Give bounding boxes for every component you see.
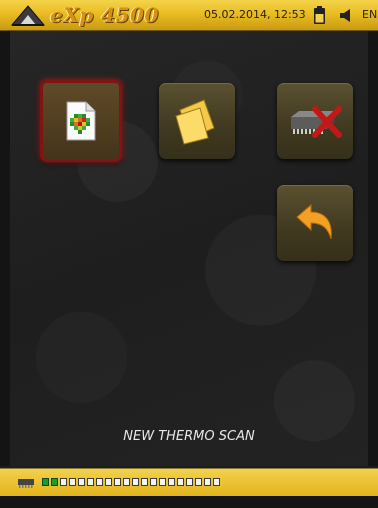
memory-cell-free xyxy=(78,478,85,486)
left-frame xyxy=(0,31,10,466)
memory-cell-free xyxy=(123,478,130,486)
delete-memory-icon xyxy=(291,106,342,138)
memory-cell-free xyxy=(114,478,121,486)
memory-cell-free xyxy=(69,478,76,486)
date-time: 05.02.2014, 12:53 xyxy=(204,8,306,21)
selected-item-caption: NEW THERMO SCAN xyxy=(123,429,255,444)
status-bar: eXp 4500 05.02.2014, 12:53 EN xyxy=(0,0,378,31)
bottom-frame xyxy=(0,496,378,508)
open-files-button[interactable] xyxy=(159,83,235,159)
memory-cell-free xyxy=(195,478,202,486)
memory-cell-used xyxy=(42,478,49,486)
logo-triangle-icon xyxy=(10,5,46,26)
delete-memory-button[interactable] xyxy=(277,83,353,159)
memory-cell-free xyxy=(96,478,103,486)
memory-cell-free xyxy=(150,478,157,486)
language-indicator[interactable]: EN xyxy=(362,8,377,21)
logo-text: eXp 4500 xyxy=(50,3,159,27)
memory-cell-free xyxy=(168,478,175,486)
right-frame xyxy=(368,31,378,466)
memory-cell-free xyxy=(141,478,148,486)
memory-cell-free xyxy=(177,478,184,486)
memory-bar xyxy=(0,466,378,508)
memory-cell-free xyxy=(87,478,94,486)
back-arrow-icon xyxy=(296,203,332,240)
memory-cell-free xyxy=(105,478,112,486)
battery-icon xyxy=(314,6,325,24)
memory-cell-free xyxy=(204,478,211,486)
memory-cell-used xyxy=(51,478,58,486)
memory-cell-free xyxy=(60,478,67,486)
memory-chip-icon xyxy=(18,479,34,488)
files-icon xyxy=(175,99,215,145)
memory-cell-free xyxy=(186,478,193,486)
logo: eXp 4500 xyxy=(10,2,159,28)
thermo-scan-file-icon xyxy=(66,101,96,141)
speaker-icon[interactable] xyxy=(339,8,354,23)
back-button[interactable] xyxy=(277,185,353,261)
new-thermo-scan-button[interactable] xyxy=(40,80,122,162)
memory-usage-indicator xyxy=(42,478,220,486)
memory-cell-free xyxy=(132,478,139,486)
memory-cell-free xyxy=(159,478,166,486)
memory-cell-free xyxy=(213,478,220,486)
